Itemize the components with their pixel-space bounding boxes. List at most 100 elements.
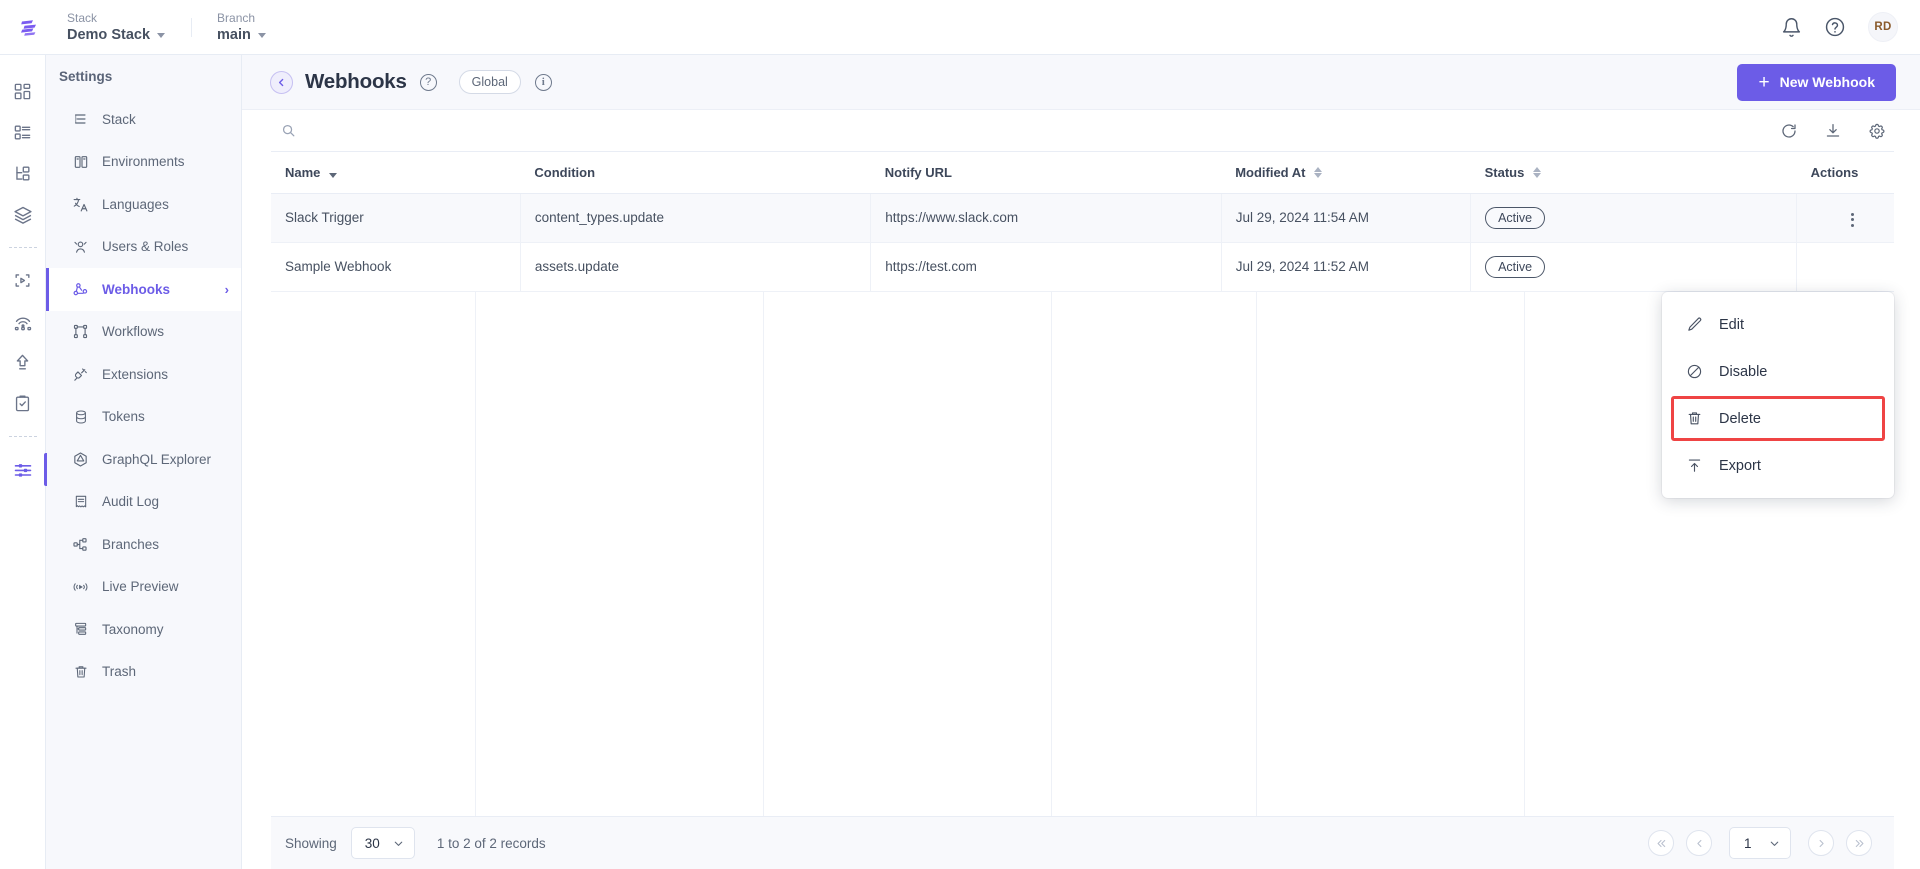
page-size-select[interactable]: 30 <box>350 827 415 859</box>
new-webhook-label: New Webhook <box>1779 74 1875 90</box>
stack-switcher[interactable]: Stack Demo Stack <box>57 10 191 45</box>
menu-item-export[interactable]: Export <box>1662 442 1894 489</box>
upload-arrow-icon[interactable] <box>0 342 46 383</box>
gear-icon[interactable] <box>1860 114 1894 148</box>
first-page-button[interactable] <box>1648 830 1674 856</box>
sidebar-item-languages[interactable]: Languages <box>46 183 241 226</box>
sliders-icon[interactable] <box>0 449 47 490</box>
search-input[interactable] <box>305 123 1762 138</box>
sidebar-item-tokens[interactable]: Tokens <box>46 396 241 439</box>
branch-value-row[interactable]: main <box>217 26 266 45</box>
contentstack-logo-icon[interactable] <box>0 0 57 55</box>
ban-circle-icon <box>1685 363 1703 381</box>
sidebar-item-environments[interactable]: Environments <box>46 141 241 184</box>
sidebar-item-live-preview[interactable]: Live Preview <box>46 566 241 609</box>
kebab-menu-icon[interactable] <box>1846 208 1859 232</box>
hierarchy-icon[interactable] <box>0 153 46 194</box>
cell-name: Sample Webhook <box>271 242 521 292</box>
new-webhook-button[interactable]: + New Webhook <box>1737 63 1896 101</box>
sort-icon[interactable] <box>1314 166 1323 178</box>
menu-item-delete[interactable]: Delete <box>1662 395 1894 442</box>
table-row[interactable]: Slack Trigger content_types.update https… <box>271 193 1894 243</box>
chevron-right-icon <box>1819 839 1824 847</box>
sidebar-item-graphql-explorer[interactable]: GraphQL Explorer <box>46 438 241 481</box>
trash-icon <box>1685 410 1703 428</box>
prev-page-button[interactable] <box>1686 830 1712 856</box>
column-label: Modified At <box>1235 164 1306 180</box>
clipboard-check-icon[interactable] <box>0 383 46 424</box>
download-icon[interactable] <box>1816 114 1850 148</box>
cell-actions[interactable] <box>1796 193 1894 243</box>
table-empty-area <box>271 291 1894 816</box>
webhooks-icon <box>72 281 89 298</box>
cell-name: Slack Trigger <box>271 193 521 243</box>
page-title: Webhooks <box>305 70 407 93</box>
question-circle-icon[interactable] <box>1824 16 1846 38</box>
sidebar-item-webhooks[interactable]: Webhooks › <box>46 268 241 311</box>
stack-value: Demo Stack <box>67 26 151 43</box>
sidebar-item-label: Users & Roles <box>102 239 189 255</box>
empty-grid-columns <box>271 291 1894 816</box>
refresh-icon[interactable] <box>1772 114 1806 148</box>
branch-value: main <box>217 26 251 43</box>
last-page-button[interactable] <box>1846 830 1872 856</box>
column-header-modified-at[interactable]: Modified At <box>1221 152 1471 194</box>
layers-icon[interactable] <box>0 194 46 235</box>
play-frame-icon[interactable] <box>0 260 46 301</box>
cell-status: Active <box>1470 242 1798 292</box>
webhooks-table: Name Condition Notify URL Modified At St… <box>271 152 1894 292</box>
export-upload-icon <box>1685 457 1703 475</box>
sort-descending-icon[interactable] <box>329 167 338 178</box>
menu-item-edit[interactable]: Edit <box>1662 301 1894 348</box>
menu-item-label: Edit <box>1719 316 1744 333</box>
sidebar-item-label: Extensions <box>102 366 169 382</box>
sidebar-item-workflows[interactable]: Workflows <box>46 311 241 354</box>
column-label: Name <box>285 164 321 180</box>
sort-icon[interactable] <box>1533 166 1542 178</box>
column-header-condition[interactable]: Condition <box>520 152 871 194</box>
context-switchers: Stack Demo Stack Branch main <box>57 10 292 45</box>
column-header-name[interactable]: Name <box>271 152 521 194</box>
avatar[interactable]: RD <box>1868 12 1898 42</box>
table-toolbar <box>271 110 1894 152</box>
next-page-button[interactable] <box>1808 830 1834 856</box>
branch-switcher[interactable]: Branch main <box>191 10 292 45</box>
sidebar-item-branches[interactable]: Branches <box>46 523 241 566</box>
back-button[interactable] <box>270 70 293 94</box>
sidebar-item-users-roles[interactable]: Users & Roles <box>46 226 241 269</box>
sidebar-item-label: Tokens <box>102 409 145 425</box>
broadcast-icon[interactable] <box>0 301 46 342</box>
page-number-select[interactable]: 1 <box>1729 827 1791 859</box>
topbar-actions: RD <box>1781 12 1898 42</box>
double-chevron-right-icon <box>1855 839 1863 847</box>
search-box[interactable] <box>271 123 1762 138</box>
workflows-icon <box>72 323 89 340</box>
chevron-down-icon <box>394 841 403 846</box>
cell-actions[interactable] <box>1796 242 1894 292</box>
stack-value-row[interactable]: Demo Stack <box>67 26 166 45</box>
pagination: 1 <box>1648 827 1886 859</box>
sidebar-item-trash[interactable]: Trash <box>46 651 241 694</box>
sidebar-item-extensions[interactable]: Extensions <box>46 353 241 396</box>
bell-icon[interactable] <box>1781 17 1802 38</box>
column-header-notify-url[interactable]: Notify URL <box>870 152 1222 194</box>
sidebar-item-stack[interactable]: Stack <box>46 98 241 141</box>
question-circle-icon[interactable]: ? <box>419 73 437 91</box>
sidebar-item-taxonomy[interactable]: Taxonomy <box>46 608 241 651</box>
table-row[interactable]: Sample Webhook assets.update https://tes… <box>271 242 1894 292</box>
chevron-right-icon[interactable]: › <box>225 282 229 297</box>
status-badge: Active <box>1485 255 1546 278</box>
dashboard-grid-icon[interactable] <box>0 71 46 112</box>
sidebar-item-audit-log[interactable]: Audit Log <box>46 481 241 524</box>
info-circle-icon[interactable]: i <box>534 73 552 91</box>
sidebar-item-label: Live Preview <box>102 579 179 595</box>
column-header-status[interactable]: Status <box>1470 152 1797 194</box>
users-roles-icon <box>72 238 89 255</box>
live-preview-icon <box>72 578 89 595</box>
rail-divider <box>8 436 37 437</box>
menu-item-disable[interactable]: Disable <box>1662 348 1894 395</box>
scope-badge: Global <box>458 70 521 94</box>
sidebar-item-label: Audit Log <box>102 494 160 510</box>
list-blocks-icon[interactable] <box>0 112 46 153</box>
branches-icon <box>72 536 89 553</box>
